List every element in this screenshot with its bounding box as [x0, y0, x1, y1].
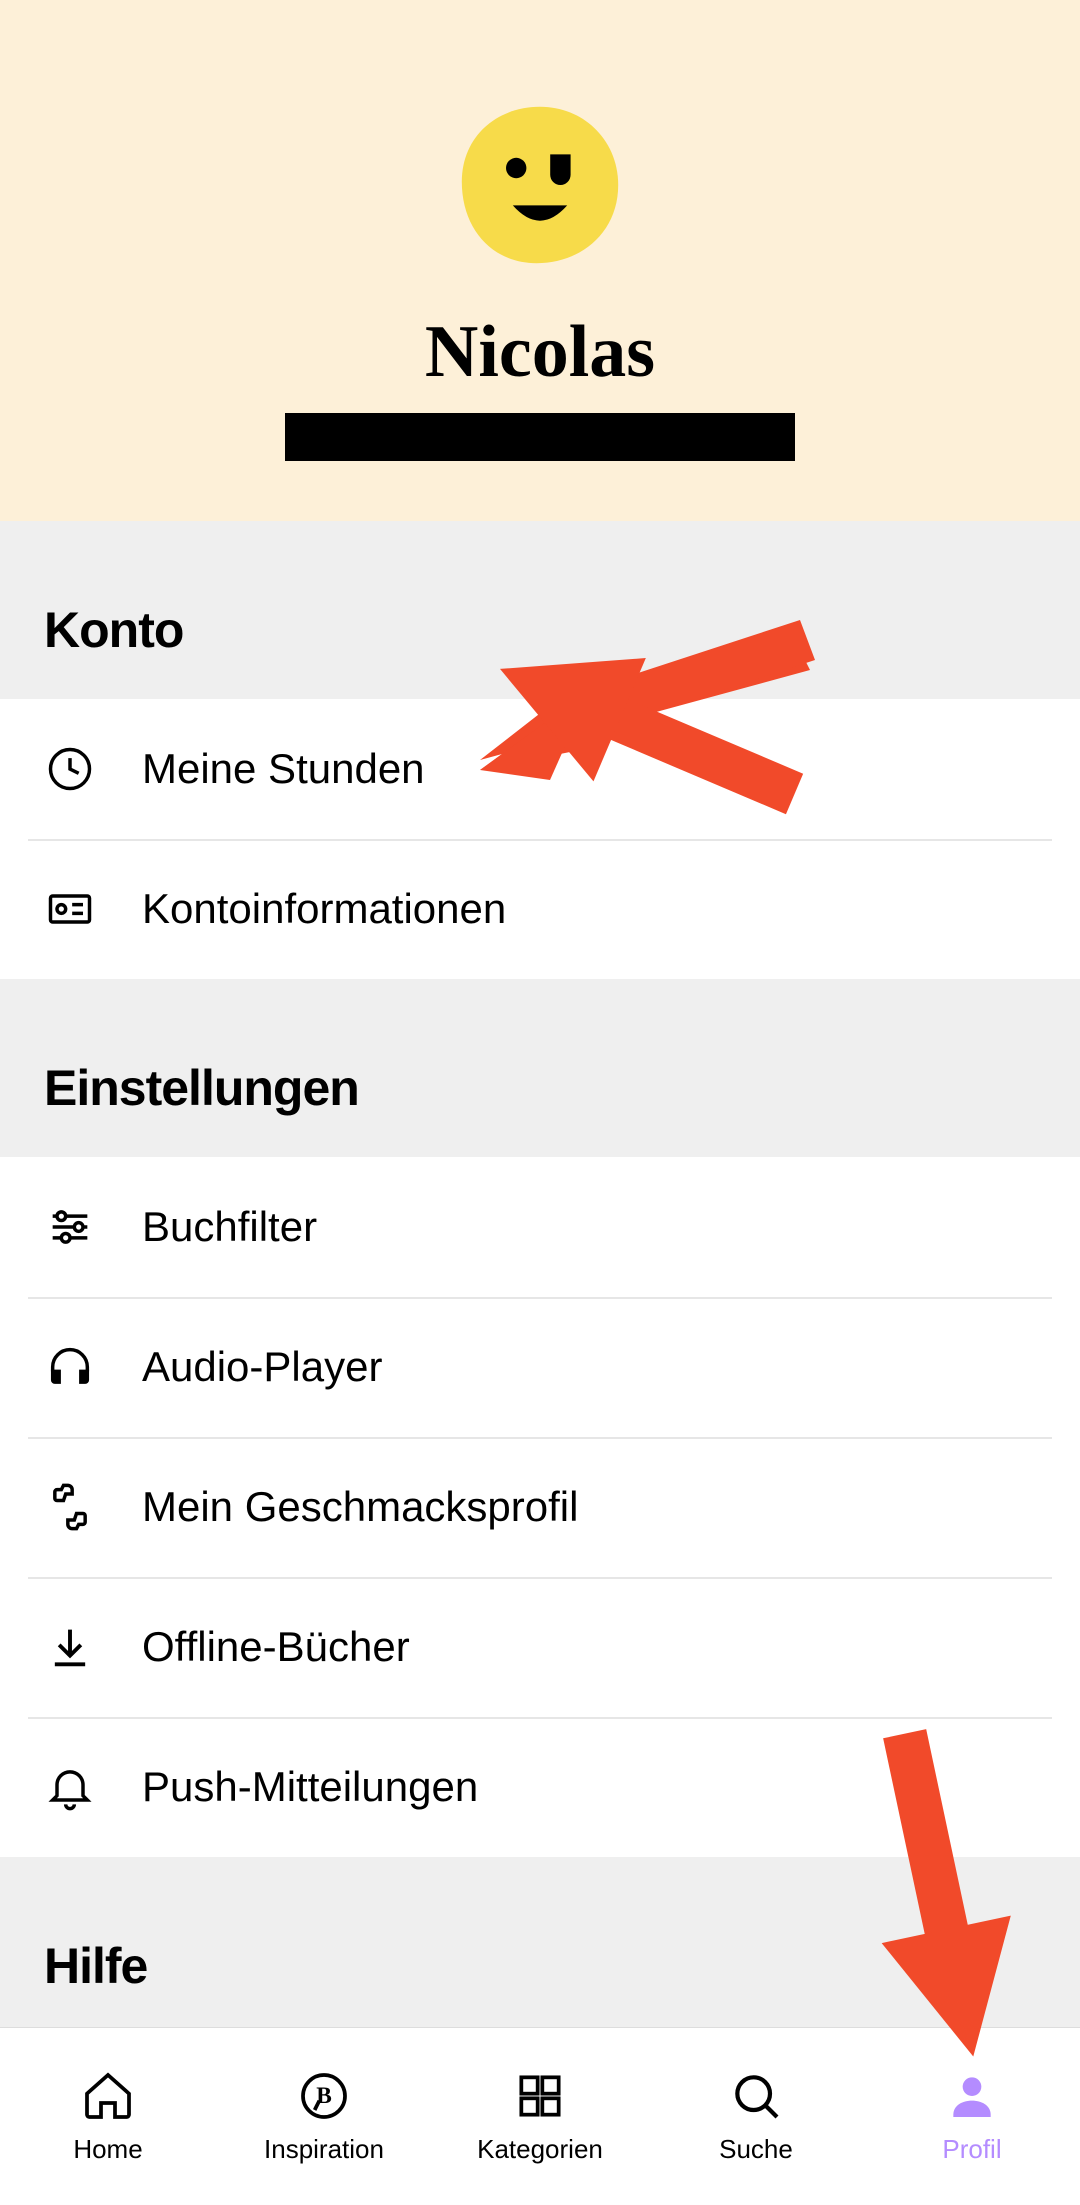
tab-inspiration[interactable]: B Inspiration	[216, 2028, 432, 2205]
search-icon	[728, 2068, 784, 2124]
tab-label: Suche	[719, 2134, 793, 2165]
tab-label: Inspiration	[264, 2134, 384, 2165]
annotation-arrow-icon	[470, 615, 830, 835]
section-title: Einstellungen	[44, 1059, 1036, 1117]
row-buchfilter[interactable]: Buchfilter	[0, 1157, 1080, 1297]
id-card-icon	[44, 883, 96, 935]
row-offline-buecher[interactable]: Offline-Bücher	[0, 1577, 1080, 1717]
profile-name: Nicolas	[0, 310, 1080, 395]
screen: Nicolas Konto Meine Stunden Kontoinforma…	[0, 0, 1080, 2205]
redacted-email	[285, 413, 795, 461]
row-label: Mein Geschmacksprofil	[142, 1483, 578, 1531]
thumbs-icon	[44, 1481, 96, 1533]
row-label: Buchfilter	[142, 1203, 317, 1251]
headphones-icon	[44, 1341, 96, 1393]
tab-label: Kategorien	[477, 2134, 603, 2165]
profile-header: Nicolas	[0, 0, 1080, 521]
row-label: Push-Mitteilungen	[142, 1763, 478, 1811]
row-kontoinformationen[interactable]: Kontoinformationen	[0, 839, 1080, 979]
row-audio-player[interactable]: Audio-Player	[0, 1297, 1080, 1437]
row-label: Kontoinformationen	[142, 885, 506, 933]
clock-icon	[44, 743, 96, 795]
tab-label: Profil	[942, 2134, 1001, 2165]
svg-text:B: B	[316, 2083, 332, 2109]
tab-kategorien[interactable]: Kategorien	[432, 2028, 648, 2205]
annotation-arrow-icon	[840, 1720, 1040, 2080]
section-header-einstellungen: Einstellungen	[0, 979, 1080, 1157]
categories-icon	[512, 2068, 568, 2124]
download-icon	[44, 1621, 96, 1673]
inspiration-icon: B	[296, 2068, 352, 2124]
avatar-icon	[455, 100, 625, 270]
sliders-icon	[44, 1201, 96, 1253]
row-label: Audio-Player	[142, 1343, 382, 1391]
home-icon	[80, 2068, 136, 2124]
row-label: Meine Stunden	[142, 745, 425, 793]
tab-label: Home	[73, 2134, 142, 2165]
tab-suche[interactable]: Suche	[648, 2028, 864, 2205]
row-geschmacksprofil[interactable]: Mein Geschmacksprofil	[0, 1437, 1080, 1577]
row-label: Offline-Bücher	[142, 1623, 410, 1671]
tab-home[interactable]: Home	[0, 2028, 216, 2205]
bell-icon	[44, 1761, 96, 1813]
